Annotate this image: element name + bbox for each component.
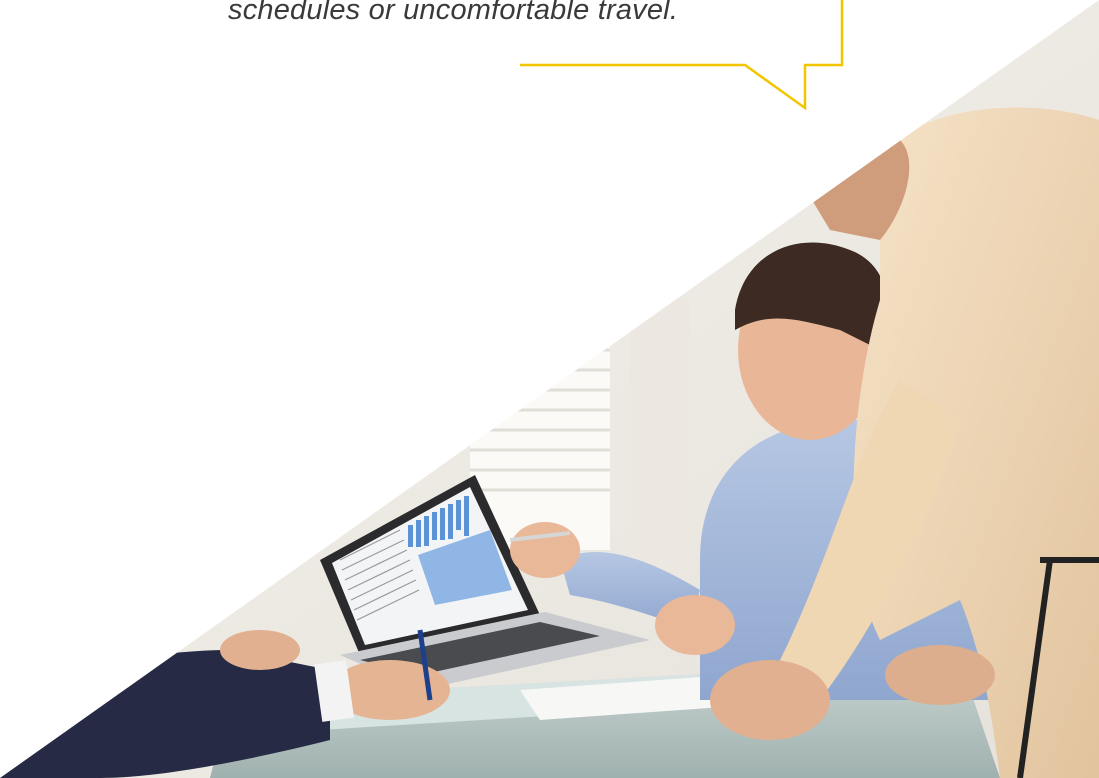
business-meeting-photo [0, 0, 1099, 778]
testimonial-hero: schedules or uncomfortable travel. [0, 0, 1099, 778]
testimonial-quote: schedules or uncomfortable travel. [228, 0, 679, 26]
